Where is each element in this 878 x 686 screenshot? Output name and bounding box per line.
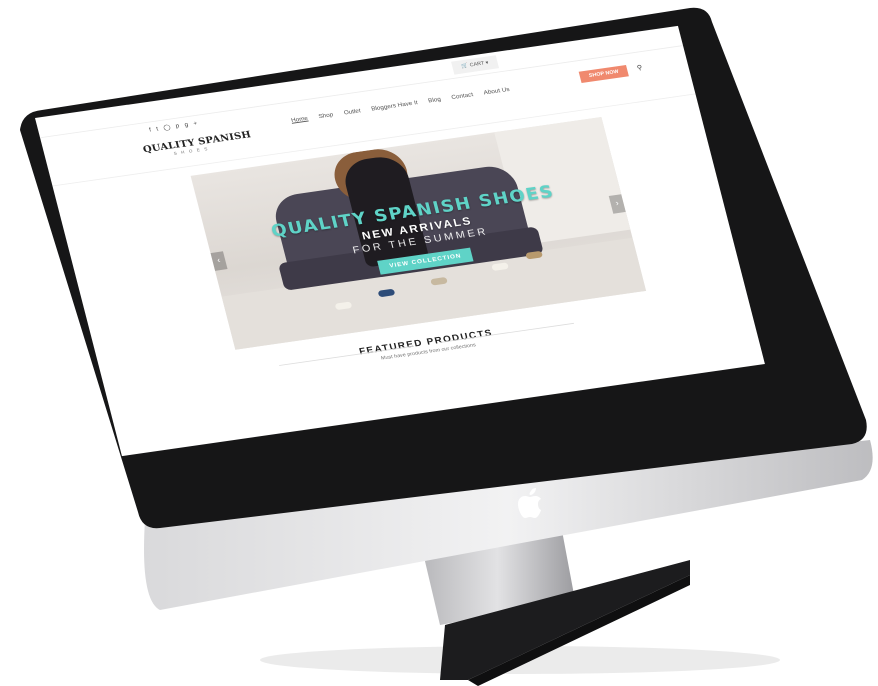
chevron-down-icon: ▾	[485, 60, 490, 66]
nav-shop[interactable]: Shop	[318, 112, 334, 120]
nav-home[interactable]: Home	[291, 116, 309, 124]
social-links: ft◯pg+	[148, 119, 204, 133]
nav-contact[interactable]: Contact	[451, 92, 474, 101]
nav-about[interactable]: About Us	[483, 87, 510, 96]
nav-outlet[interactable]: Outlet	[343, 108, 361, 116]
cart-icon: 🛒	[461, 63, 469, 70]
google-plus-icon[interactable]: g+	[184, 120, 203, 128]
search-icon[interactable]: ⚲	[636, 64, 643, 72]
shop-now-button[interactable]: SHOP NOW	[578, 64, 630, 84]
nav-bloggers[interactable]: Bloggers Have It	[371, 100, 419, 112]
cart-label: CART	[469, 61, 485, 69]
nav-blog[interactable]: Blog	[428, 97, 442, 104]
apple-logo-icon	[516, 486, 546, 520]
